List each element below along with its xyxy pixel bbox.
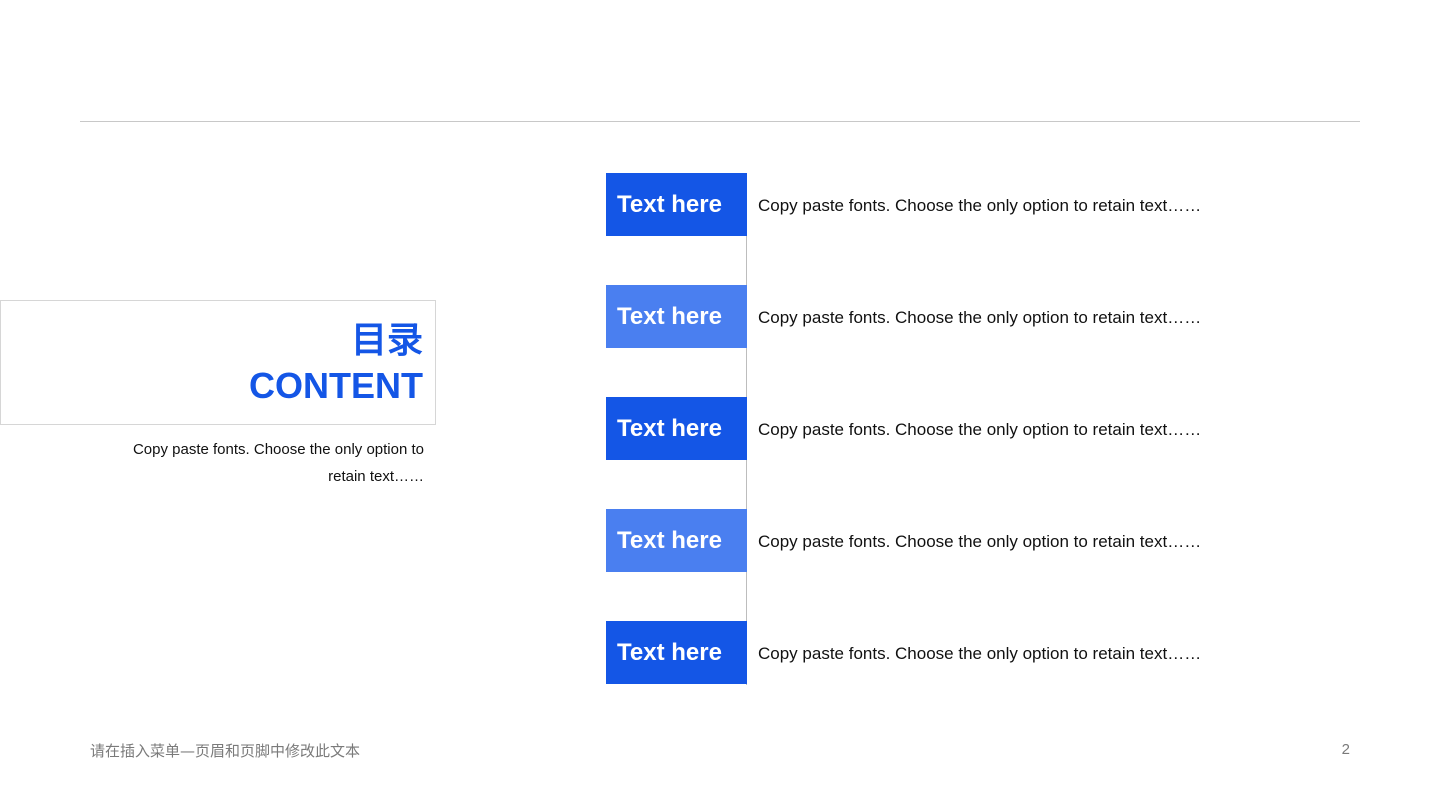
title-box: 目录 CONTENT [0, 300, 436, 425]
footer-text: 请在插入菜单—页眉和页脚中修改此文本 [90, 742, 361, 760]
list-item: Text here Copy paste fonts. Choose the o… [606, 621, 1406, 684]
item-description: Copy paste fonts. Choose the only option… [758, 532, 1202, 551]
item-description: Copy paste fonts. Choose the only option… [758, 308, 1202, 327]
intro-text: Copy paste fonts. Choose the only option… [132, 441, 424, 485]
item-label-box: Text here [606, 397, 747, 460]
item-description: Copy paste fonts. Choose the only option… [758, 196, 1202, 215]
page-number: 2 [1341, 741, 1350, 758]
list-item: Text here Copy paste fonts. Choose the o… [606, 509, 1406, 572]
title-english: CONTENT [249, 365, 423, 406]
header-divider [80, 121, 1360, 122]
list-item: Text here Copy paste fonts. Choose the o… [606, 285, 1406, 348]
item-label-box: Text here [606, 621, 747, 684]
title-chinese: 目录 [350, 320, 423, 361]
list-item: Text here Copy paste fonts. Choose the o… [606, 173, 1406, 236]
list-item: Text here Copy paste fonts. Choose the o… [606, 397, 1406, 460]
item-description: Copy paste fonts. Choose the only option… [758, 420, 1202, 439]
item-label-box: Text here [606, 173, 747, 236]
item-label-box: Text here [606, 509, 747, 572]
item-label-box: Text here [606, 285, 747, 348]
item-description: Copy paste fonts. Choose the only option… [758, 644, 1202, 663]
